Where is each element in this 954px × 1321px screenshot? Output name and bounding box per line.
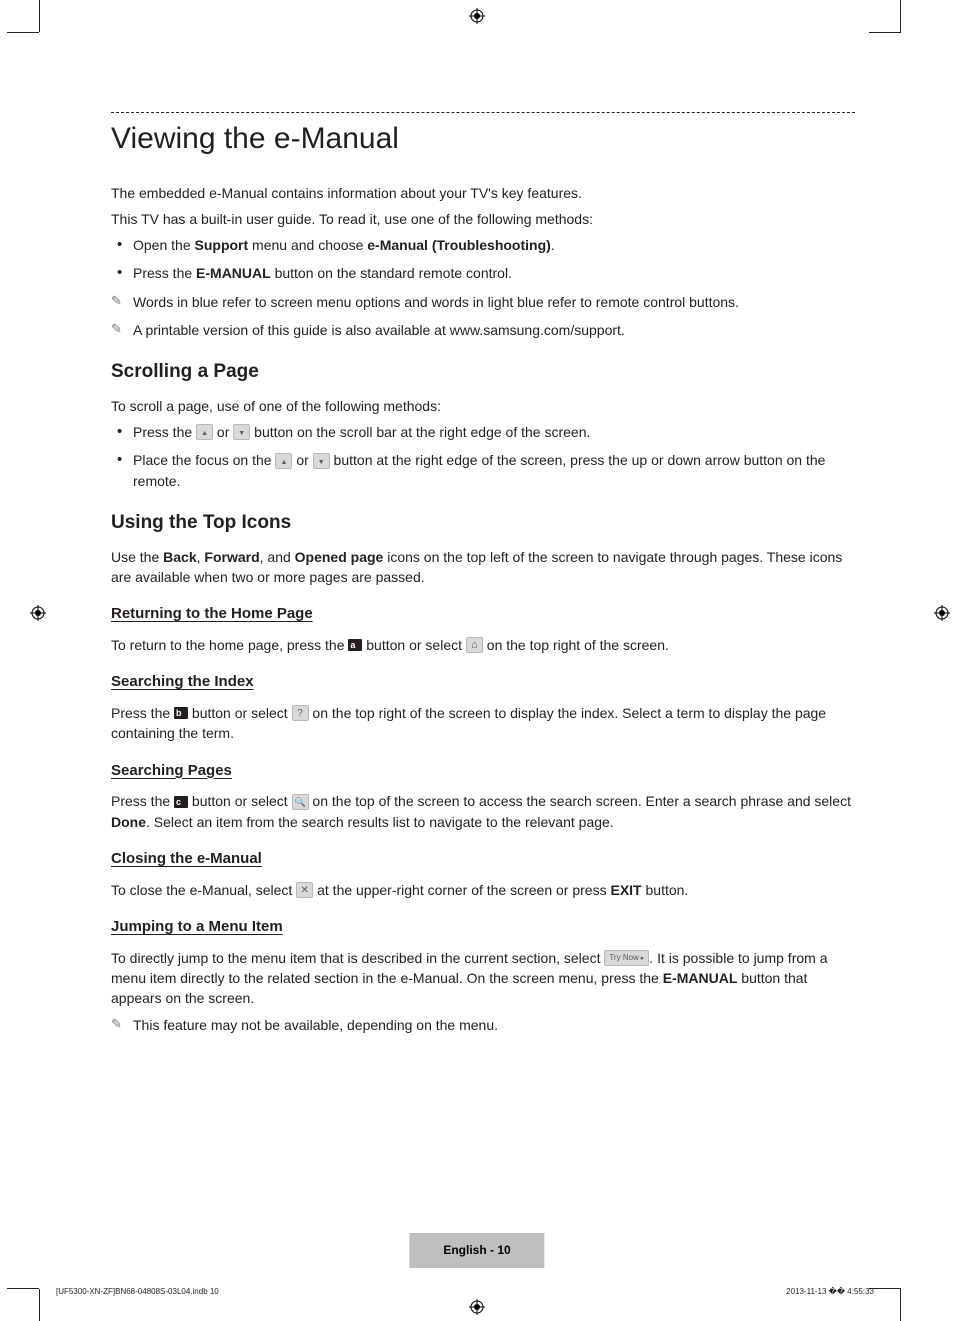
list-item: Press the or button on the scroll bar at…	[111, 422, 855, 442]
list-item: Press the E-MANUAL button on the standar…	[111, 263, 855, 283]
page-content: Viewing the e-Manual The embedded e-Manu…	[111, 112, 855, 1043]
paragraph: To return to the home page, press the a …	[111, 635, 855, 655]
cropmark	[7, 32, 39, 33]
text: or	[292, 452, 312, 468]
print-timestamp: 2013-11-13 �� 4:55:33	[786, 1286, 874, 1298]
paragraph: Press the b button or select on the top …	[111, 703, 855, 744]
bold-text: Done	[111, 814, 146, 830]
text: menu and choose	[248, 237, 367, 253]
bold-text: Back	[163, 549, 196, 565]
text: button.	[642, 882, 689, 898]
bold-text: Forward	[204, 549, 259, 565]
registration-mark-icon	[934, 605, 950, 621]
text: To close the e-Manual, select	[111, 882, 296, 898]
text: Use the	[111, 549, 163, 565]
cropmark	[869, 32, 901, 33]
text: To directly jump to the menu item that i…	[111, 950, 604, 966]
close-icon	[296, 882, 313, 898]
text: , and	[260, 549, 295, 565]
paragraph: To scroll a page, use of one of the foll…	[111, 396, 855, 416]
bold-text: Opened page	[295, 549, 384, 565]
try-now-button-icon: Try Now	[604, 950, 649, 966]
registration-mark-icon	[469, 8, 485, 24]
text: button on the standard remote control.	[271, 265, 512, 281]
remote-b-button-icon: b	[174, 707, 188, 719]
text: button or select	[362, 637, 466, 653]
intro-paragraph: This TV has a built-in user guide. To re…	[111, 209, 855, 229]
intro-paragraph: The embedded e-Manual contains informati…	[111, 183, 855, 203]
sub-heading-home: Returning to the Home Page	[111, 603, 855, 625]
text: . Select an item from the search results…	[146, 814, 614, 830]
index-icon	[292, 705, 309, 721]
text: Press the	[111, 705, 174, 721]
text: button or select	[188, 705, 292, 721]
cropmark	[7, 1288, 39, 1289]
text: Place the focus on the	[133, 452, 275, 468]
intro-bullet-list: Open the Support menu and choose e-Manua…	[111, 235, 855, 284]
registration-mark-icon	[469, 1299, 485, 1315]
cropmark	[39, 0, 40, 32]
page-footer: English - 10	[409, 1233, 544, 1268]
text: on the top right of the screen.	[483, 637, 669, 653]
page-title: Viewing the e-Manual	[111, 117, 855, 161]
section-heading-top-icons: Using the Top Icons	[111, 509, 855, 537]
remote-c-button-icon: c	[174, 796, 188, 808]
text: Open the	[133, 237, 195, 253]
down-arrow-icon	[313, 453, 330, 469]
sub-heading-close: Closing the e-Manual	[111, 848, 855, 870]
text: Press the	[133, 424, 196, 440]
sub-heading-jump: Jumping to a Menu Item	[111, 916, 855, 938]
note-item: Words in blue refer to screen menu optio…	[111, 292, 855, 312]
list-item: Open the Support menu and choose e-Manua…	[111, 235, 855, 255]
print-filename: [UF5300-XN-ZF]BN68-04808S-03L04.indb 10	[56, 1286, 219, 1298]
paragraph: Use the Back, Forward, and Opened page i…	[111, 547, 855, 588]
bold-text: e-Manual (Troubleshooting)	[367, 237, 551, 253]
list-item: Place the focus on the or button at the …	[111, 450, 855, 491]
remote-a-button-icon: a	[348, 639, 362, 651]
paragraph: To directly jump to the menu item that i…	[111, 948, 855, 1009]
text: Press the	[133, 265, 196, 281]
note-item: A printable version of this guide is als…	[111, 320, 855, 340]
text: on the top of the screen to access the s…	[309, 793, 851, 809]
sub-heading-search: Searching Pages	[111, 760, 855, 782]
registration-mark-icon	[30, 605, 46, 621]
note-item: This feature may not be available, depen…	[111, 1015, 855, 1035]
bold-text: Support	[195, 237, 249, 253]
bold-text: E-MANUAL	[663, 970, 738, 986]
down-arrow-icon	[233, 424, 250, 440]
cropmark	[39, 1289, 40, 1321]
text: button on the scroll bar at the right ed…	[250, 424, 590, 440]
text: at the upper-right corner of the screen …	[313, 882, 610, 898]
text: button or select	[188, 793, 292, 809]
note-list: This feature may not be available, depen…	[111, 1015, 855, 1035]
section-divider	[111, 112, 855, 113]
sub-heading-index: Searching the Index	[111, 671, 855, 693]
cropmark	[900, 0, 901, 32]
text: .	[551, 237, 555, 253]
up-arrow-icon	[275, 453, 292, 469]
text: To return to the home page, press the	[111, 637, 348, 653]
scroll-bullet-list: Press the or button on the scroll bar at…	[111, 422, 855, 491]
note-list: Words in blue refer to screen menu optio…	[111, 292, 855, 341]
section-heading-scrolling: Scrolling a Page	[111, 358, 855, 386]
paragraph: To close the e-Manual, select at the upp…	[111, 880, 855, 900]
bold-text: E-MANUAL	[196, 265, 271, 281]
up-arrow-icon	[196, 424, 213, 440]
text: Press the	[111, 793, 174, 809]
text: or	[213, 424, 233, 440]
home-icon	[466, 637, 483, 653]
paragraph: Press the c button or select on the top …	[111, 791, 855, 832]
bold-text: EXIT	[610, 882, 641, 898]
search-icon	[292, 794, 309, 810]
cropmark	[900, 1289, 901, 1321]
